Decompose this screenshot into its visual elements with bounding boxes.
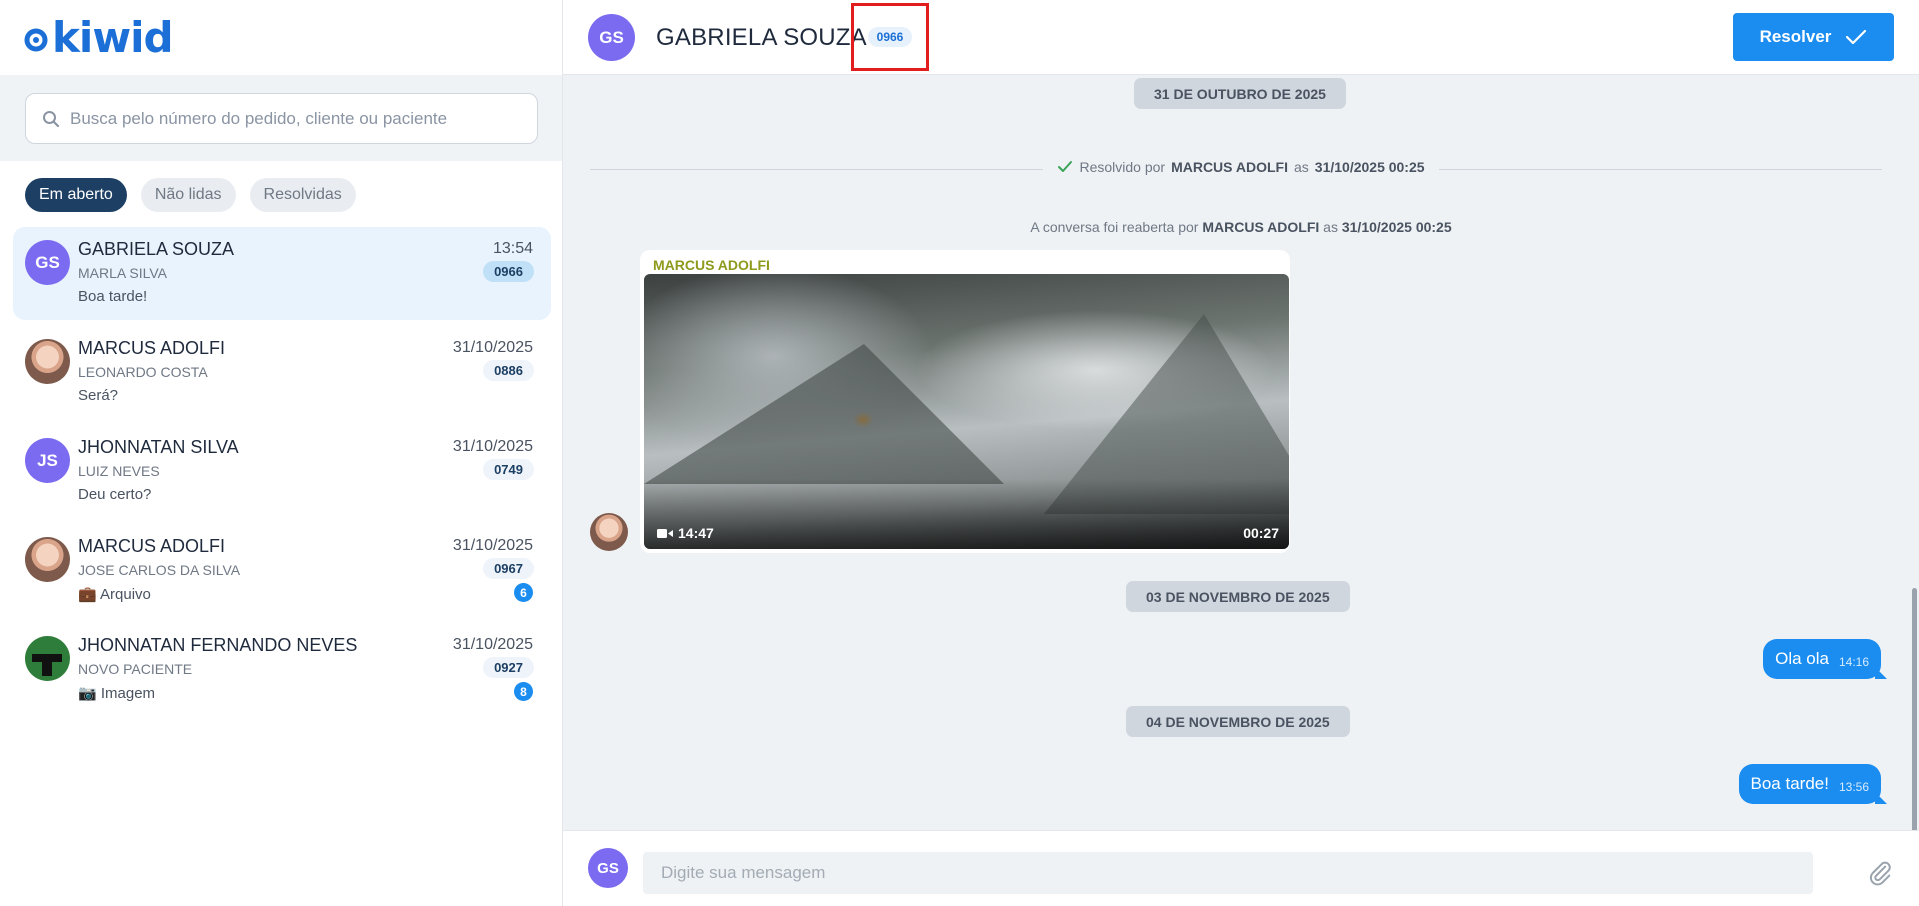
- check-icon: [1058, 161, 1073, 172]
- conversation-time: 13:54: [492, 240, 533, 257]
- conversation-time: 31/10/2025: [452, 438, 533, 455]
- video-overlay: [644, 479, 1289, 549]
- date-separator: 31 DE OUTUBRO DE 2025: [1134, 78, 1346, 109]
- date-separator: 04 DE NOVEMBRO DE 2025: [1126, 706, 1350, 737]
- conversation-patient: JOSE CARLOS DA SILVA: [78, 562, 241, 578]
- conversation-item[interactable]: JHONNATAN FERNANDO NEVES NOVO PACIENTE 📷…: [13, 623, 551, 716]
- resolved-prefix: Resolvido por: [1079, 159, 1166, 175]
- resolved-by: MARCUS ADOLFI: [1171, 159, 1288, 175]
- chat-panel: GS GABRIELA SOUZA 0966 Resolver 31 DE OU…: [563, 0, 1919, 906]
- conversation-patient: NOVO PACIENTE: [78, 661, 193, 677]
- avatar: JS: [25, 438, 70, 483]
- video-timestamp: 14:47: [657, 525, 714, 541]
- order-badge: 0966: [483, 261, 534, 282]
- conversation-name: MARCUS ADOLFI: [78, 338, 226, 358]
- conversation-name: JHONNATAN SILVA: [78, 437, 239, 457]
- outgoing-message: Boa tarde! 13:56: [1738, 764, 1887, 804]
- kiwid-logo[interactable]: kiwid: [24, 13, 214, 62]
- order-number-badge[interactable]: 0966: [867, 27, 913, 47]
- bubble-tail: [1875, 667, 1887, 679]
- filter-em-aberto[interactable]: Em aberto: [25, 178, 127, 212]
- date-separator: 03 DE NOVEMBRO DE 2025: [1126, 581, 1350, 612]
- chat-header: GS GABRIELA SOUZA 0966 Resolver: [563, 0, 1919, 75]
- scrollbar[interactable]: [1912, 588, 1917, 830]
- paperclip-icon[interactable]: [1866, 859, 1894, 887]
- reopened-mid: as: [1323, 219, 1338, 235]
- video-camera-icon: [657, 528, 673, 538]
- order-badge: 0927: [483, 657, 534, 678]
- conversation-sidebar: kiwid Em aberto Não lidas Resolvidas GS …: [0, 0, 563, 906]
- outgoing-message: Ola ola 14:16: [1763, 639, 1887, 679]
- sender-avatar: [590, 513, 628, 551]
- avatar: [25, 537, 70, 582]
- reopened-prefix: A conversa foi reaberta por: [1030, 219, 1199, 235]
- conversation-patient: LUIZ NEVES: [78, 463, 160, 479]
- filter-tabs: Em aberto Não lidas Resolvidas: [25, 178, 356, 212]
- resolved-notice: Resolvido por MARCUS ADOLFI as 31/10/202…: [563, 159, 1919, 175]
- resolve-button-label: Resolver: [1759, 27, 1832, 46]
- order-badge: 0749: [483, 459, 534, 480]
- conversation-patient: LEONARDO COSTA: [78, 364, 208, 380]
- conversation-item[interactable]: GS GABRIELA SOUZA MARLA SILVA Boa tarde!…: [13, 227, 551, 320]
- conversation-name: MARCUS ADOLFI: [78, 536, 226, 556]
- filter-resolvidas[interactable]: Resolvidas: [249, 178, 356, 212]
- avatar: [25, 636, 70, 681]
- order-badge: 0886: [483, 360, 534, 381]
- message-text: Boa tarde!: [1750, 774, 1829, 793]
- message-time: 13:56: [1838, 780, 1869, 794]
- search-box[interactable]: [25, 93, 538, 144]
- conversation-last-message: 📷 Imagem: [78, 685, 156, 702]
- logo-text: kiwid: [52, 13, 174, 62]
- conversation-item[interactable]: MARCUS ADOLFI JOSE CARLOS DA SILVA 💼 Arq…: [13, 524, 551, 617]
- check-icon: [1846, 29, 1867, 45]
- search-area: [0, 75, 562, 161]
- user-avatar: GS: [588, 848, 628, 888]
- highlight-box: 0966: [851, 3, 929, 71]
- conversation-last-message: Será?: [78, 387, 119, 404]
- conversation-item[interactable]: JS JHONNATAN SILVA LUIZ NEVES Deu certo?…: [13, 425, 551, 518]
- conversation-last-message: Deu certo?: [78, 486, 152, 503]
- message-composer: GS: [563, 830, 1919, 906]
- search-input[interactable]: [70, 108, 530, 129]
- conversation-last-message: 💼 Arquivo: [78, 586, 151, 603]
- video-time: 14:47: [678, 525, 714, 541]
- message-sender: MARCUS ADOLFI: [653, 257, 770, 273]
- conversation-patient: MARLA SILVA: [78, 265, 167, 281]
- message-input[interactable]: [643, 852, 1813, 894]
- bubble-tail: [1875, 792, 1887, 804]
- conversation-item[interactable]: MARCUS ADOLFI LEONARDO COSTA Será? 31/10…: [13, 326, 551, 419]
- incoming-video-message: MARCUS ADOLFI 14:47 00:27: [640, 250, 1290, 553]
- unread-count-badge: 8: [514, 682, 533, 701]
- order-badge: 0967: [483, 558, 534, 579]
- conversation-time: 31/10/2025: [452, 636, 533, 653]
- conversation-last-message: Boa tarde!: [78, 288, 148, 305]
- conversation-list: GS GABRIELA SOUZA MARLA SILVA Boa tarde!…: [13, 227, 551, 722]
- conversation-time: 31/10/2025: [452, 339, 533, 356]
- search-icon: [43, 110, 60, 127]
- message-text: Ola ola: [1775, 649, 1829, 668]
- reopened-at: 31/10/2025 00:25: [1341, 219, 1452, 235]
- message-area[interactable]: 31 DE OUTUBRO DE 2025 Resolvido por MARC…: [563, 75, 1919, 830]
- unread-count-badge: 6: [514, 583, 533, 602]
- avatar: GS: [25, 240, 70, 285]
- resolved-mid: as: [1293, 159, 1309, 175]
- reopened-by: MARCUS ADOLFI: [1202, 219, 1320, 235]
- video-duration: 00:27: [1243, 525, 1279, 541]
- contact-name: GABRIELA SOUZA: [656, 24, 867, 51]
- resolved-at: 31/10/2025 00:25: [1314, 159, 1425, 175]
- mountain-shape: [644, 344, 1004, 484]
- video-thumbnail[interactable]: 14:47 00:27: [644, 274, 1289, 549]
- reopened-notice: A conversa foi reaberta por MARCUS ADOLF…: [563, 219, 1919, 235]
- conversation-time: 31/10/2025: [452, 537, 533, 554]
- filter-nao-lidas[interactable]: Não lidas: [140, 178, 236, 212]
- conversation-name: GABRIELA SOUZA: [78, 239, 235, 259]
- contact-avatar[interactable]: GS: [588, 14, 635, 61]
- avatar: [25, 339, 70, 384]
- resolve-button[interactable]: Resolver: [1733, 13, 1894, 61]
- conversation-name: JHONNATAN FERNANDO NEVES: [78, 635, 358, 655]
- message-time: 14:16: [1838, 655, 1869, 669]
